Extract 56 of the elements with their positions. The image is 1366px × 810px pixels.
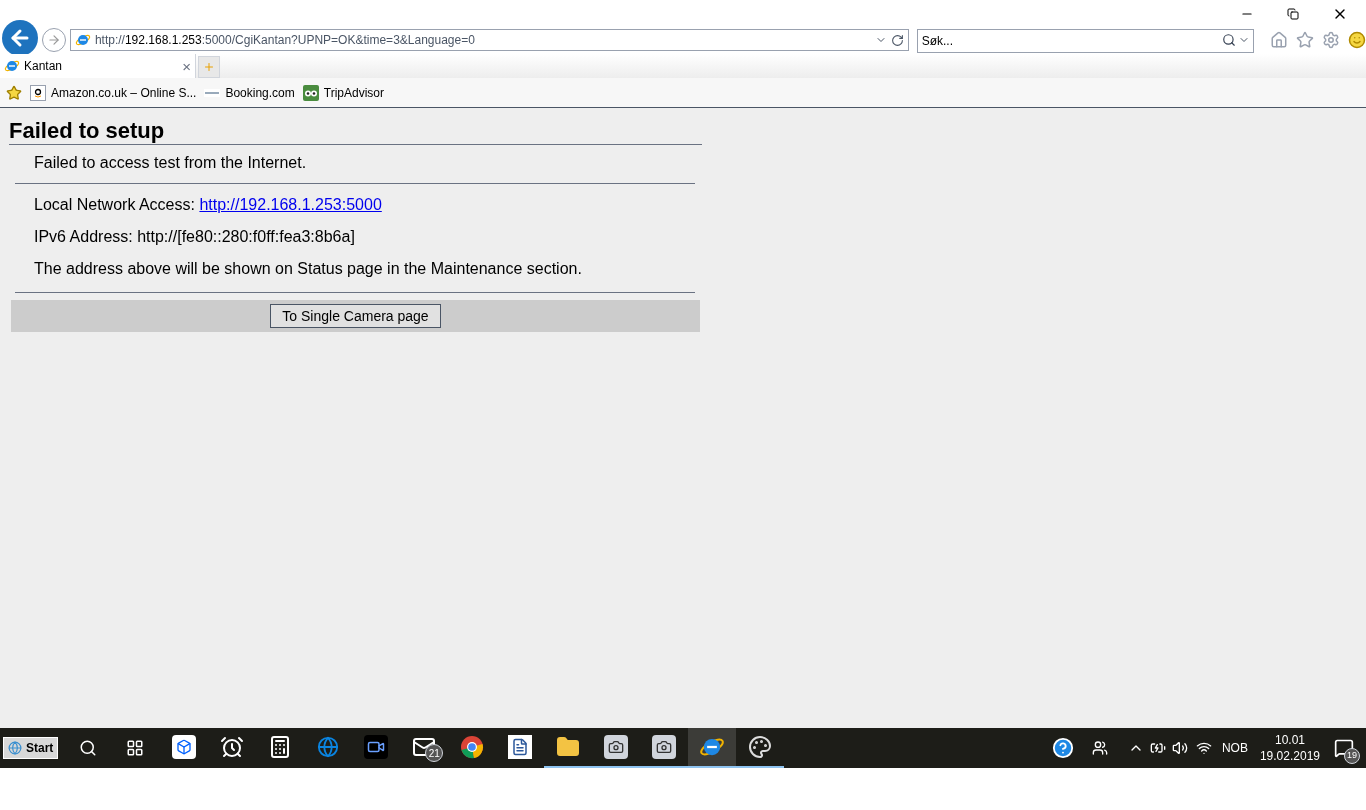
- search-icon[interactable]: [79, 739, 98, 757]
- video-camera-icon: [364, 735, 389, 759]
- page-title: Failed to setup: [9, 118, 166, 144]
- star-icon[interactable]: [1296, 31, 1315, 49]
- box-icon: [172, 735, 197, 759]
- tab-title: Kantan: [24, 58, 64, 75]
- alarm-clock-icon: [220, 735, 245, 759]
- home-icon[interactable]: [1270, 31, 1289, 49]
- plus-icon: [203, 61, 215, 73]
- wifi-icon[interactable]: [1195, 740, 1212, 756]
- search-field[interactable]: Søk...: [916, 29, 1255, 53]
- camera-icon: [604, 735, 629, 759]
- camera-icon: [652, 735, 677, 759]
- browser-tab[interactable]: Kantan ×: [0, 54, 196, 78]
- refresh-icon[interactable]: [890, 33, 904, 47]
- clock-date: 19.02.2019: [1259, 748, 1320, 764]
- favorite-link[interactable]: Amazon.co.uk – Online S...: [30, 83, 197, 102]
- start-button[interactable]: Start: [3, 737, 59, 759]
- round-logo-icon: [460, 735, 485, 759]
- restore-icon[interactable]: [1287, 8, 1299, 20]
- folder-icon: [556, 735, 581, 759]
- clock[interactable]: 10.01 19.02.2019: [1259, 732, 1320, 764]
- local-access-link[interactable]: http://192.168.1.253:5000: [199, 196, 382, 213]
- single-camera-button[interactable]: To Single Camera page: [270, 304, 441, 328]
- palette-icon: [748, 735, 773, 759]
- language-indicator[interactable]: NOB: [1221, 739, 1248, 757]
- url-text: http://192.168.1.253:5000/CgiKantan?UPNP=OK&time=3&Language=0: [94, 32, 476, 49]
- ipv6-address: IPv6 Address: http://[fe80::280:f0ff:fea3:8b6a]: [34, 227, 356, 247]
- globe-e-icon: [74, 32, 91, 48]
- globe-e-icon: [4, 58, 20, 74]
- favorites-star-icon[interactable]: [6, 84, 22, 101]
- address-bar[interactable]: http://192.168.1.253:5000/CgiKantan?UPNP=OK&time=3&Language=0: [69, 29, 909, 51]
- globe-icon: [8, 741, 22, 755]
- count-badge: 21: [425, 744, 444, 762]
- favorite-link[interactable]: Booking.com: [204, 83, 295, 102]
- settings-icon[interactable]: [1322, 31, 1340, 49]
- address-note: The address above will be shown on Status page in the Maintenance section.: [34, 259, 583, 279]
- taskbar-app[interactable]: 21: [400, 728, 449, 768]
- clock-time: 10.01: [1274, 732, 1305, 748]
- error-message: Failed to access test from the Internet.: [34, 153, 308, 173]
- local-access-text: Local Network Access: http://192.168.1.253:5000: [34, 195, 383, 215]
- arrow-right-icon: [46, 33, 61, 47]
- battery-icon[interactable]: [1149, 740, 1166, 756]
- notification-count: 19: [1344, 748, 1360, 764]
- people-icon[interactable]: [1091, 740, 1108, 756]
- tab-close-button[interactable]: ×: [182, 58, 191, 74]
- task-view-icon[interactable]: [126, 739, 145, 757]
- smiley-icon[interactable]: [1348, 31, 1366, 49]
- owl-eyes-icon: [302, 84, 319, 101]
- search-icon[interactable]: [1222, 33, 1237, 47]
- favorite-link[interactable]: TripAdvisor: [302, 83, 384, 102]
- help-icon[interactable]: [1051, 737, 1074, 759]
- document-icon: [508, 735, 533, 759]
- site-logo-icon: [204, 88, 221, 97]
- taskbar-app[interactable]: [688, 728, 737, 768]
- speaker-icon[interactable]: [1171, 740, 1188, 756]
